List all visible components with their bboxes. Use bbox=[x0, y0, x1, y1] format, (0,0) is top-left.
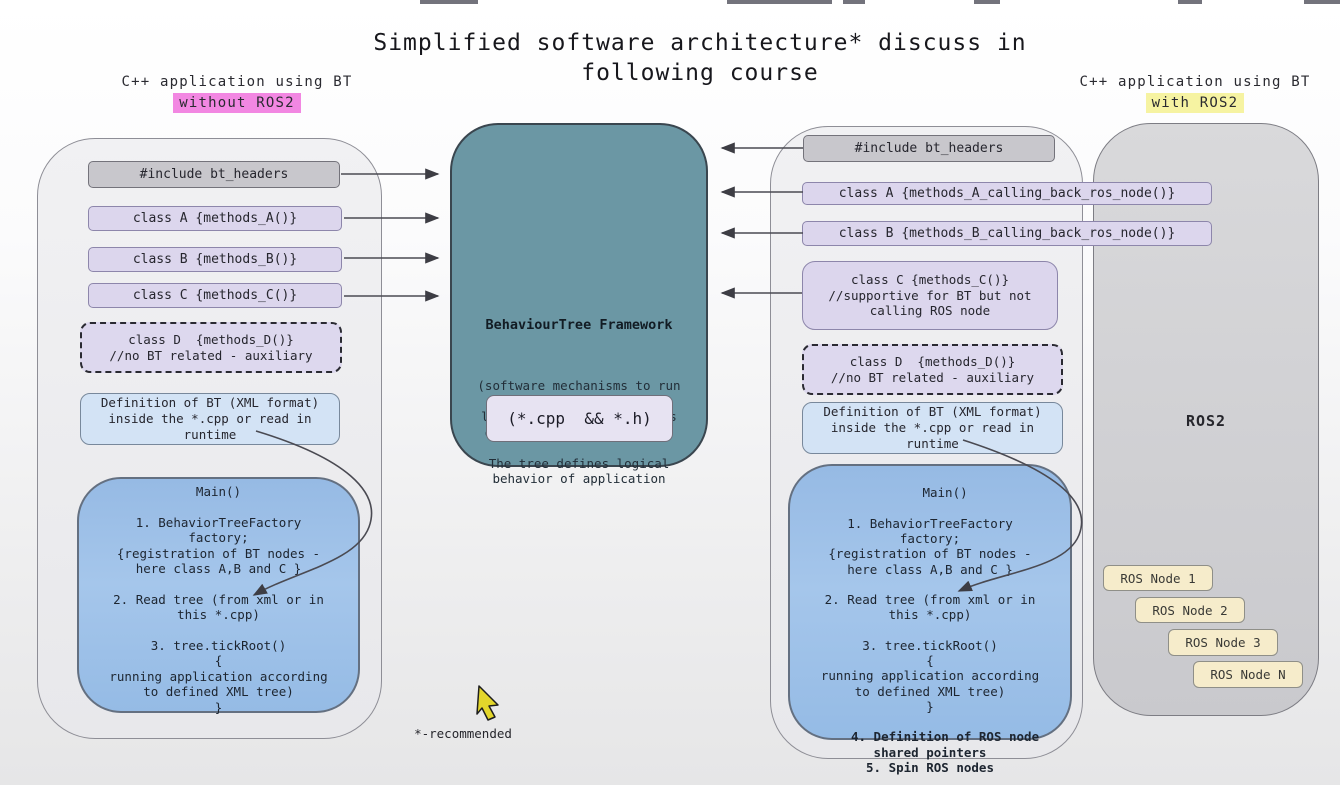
top-edge-artifact bbox=[420, 0, 478, 4]
left-class-b-box: class B {methods_B()} bbox=[88, 247, 342, 272]
right-main-body: Main() 1. BehaviorTreeFactory factory; {… bbox=[821, 485, 1039, 714]
ros-node-n: ROS Node N bbox=[1193, 661, 1303, 688]
ros2-label: ROS2 bbox=[1093, 412, 1319, 430]
ros-node-3: ROS Node 3 bbox=[1168, 629, 1278, 656]
right-column-header: C++ application using BT with ROS2 bbox=[1055, 72, 1335, 114]
ros-node-2: ROS Node 2 bbox=[1135, 597, 1245, 623]
top-edge-artifact bbox=[1178, 0, 1202, 4]
left-column-header: C++ application using BT without ROS2 bbox=[97, 72, 377, 114]
right-xml-definition-box: Definition of BT (XML format) inside the… bbox=[802, 402, 1063, 454]
right-column-header-highlight: with ROS2 bbox=[1146, 93, 1245, 113]
right-class-c-box: class C {methods_C()} //supportive for B… bbox=[802, 261, 1058, 330]
mouse-cursor-icon bbox=[477, 686, 498, 720]
ros-node-1: ROS Node 1 bbox=[1103, 565, 1213, 591]
left-class-c-box: class C {methods_C()} bbox=[88, 283, 342, 308]
architecture-diagram: Simplified software architecture* discus… bbox=[0, 0, 1340, 785]
framework-title: BehaviourTree Framework bbox=[452, 317, 706, 333]
top-edge-artifact bbox=[974, 0, 1000, 4]
right-class-b-box: class B {methods_B_calling_back_ros_node… bbox=[802, 221, 1212, 246]
right-class-a-box: class A {methods_A_calling_back_ros_node… bbox=[802, 182, 1212, 205]
right-class-d-box: class D {methods_D()} //no BT related - … bbox=[802, 344, 1063, 395]
right-column-header-text: C++ application using BT bbox=[1079, 74, 1310, 90]
framework-files-box: (*.cpp && *.h) bbox=[486, 395, 673, 442]
left-class-d-box: class D {methods_D()} //no BT related - … bbox=[80, 322, 342, 373]
left-column-header-text: C++ application using BT bbox=[121, 74, 352, 90]
right-main-box: Main() 1. BehaviorTreeFactory factory; {… bbox=[788, 464, 1072, 740]
left-main-box: Main() 1. BehaviorTreeFactory factory; {… bbox=[77, 477, 360, 713]
top-edge-artifact bbox=[727, 0, 832, 4]
top-edge-artifact bbox=[1304, 0, 1340, 4]
left-column-header-highlight: without ROS2 bbox=[173, 93, 301, 113]
right-include-box: #include bt_headers bbox=[803, 135, 1055, 162]
page-title: Simplified software architecture* discus… bbox=[350, 28, 1050, 88]
top-edge-artifact bbox=[843, 0, 865, 4]
left-class-a-box: class A {methods_A()} bbox=[88, 206, 342, 231]
footnote-recommended: *-recommended bbox=[398, 726, 528, 741]
left-xml-definition-box: Definition of BT (XML format) inside the… bbox=[80, 393, 340, 445]
left-include-box: #include bt_headers bbox=[88, 161, 340, 188]
